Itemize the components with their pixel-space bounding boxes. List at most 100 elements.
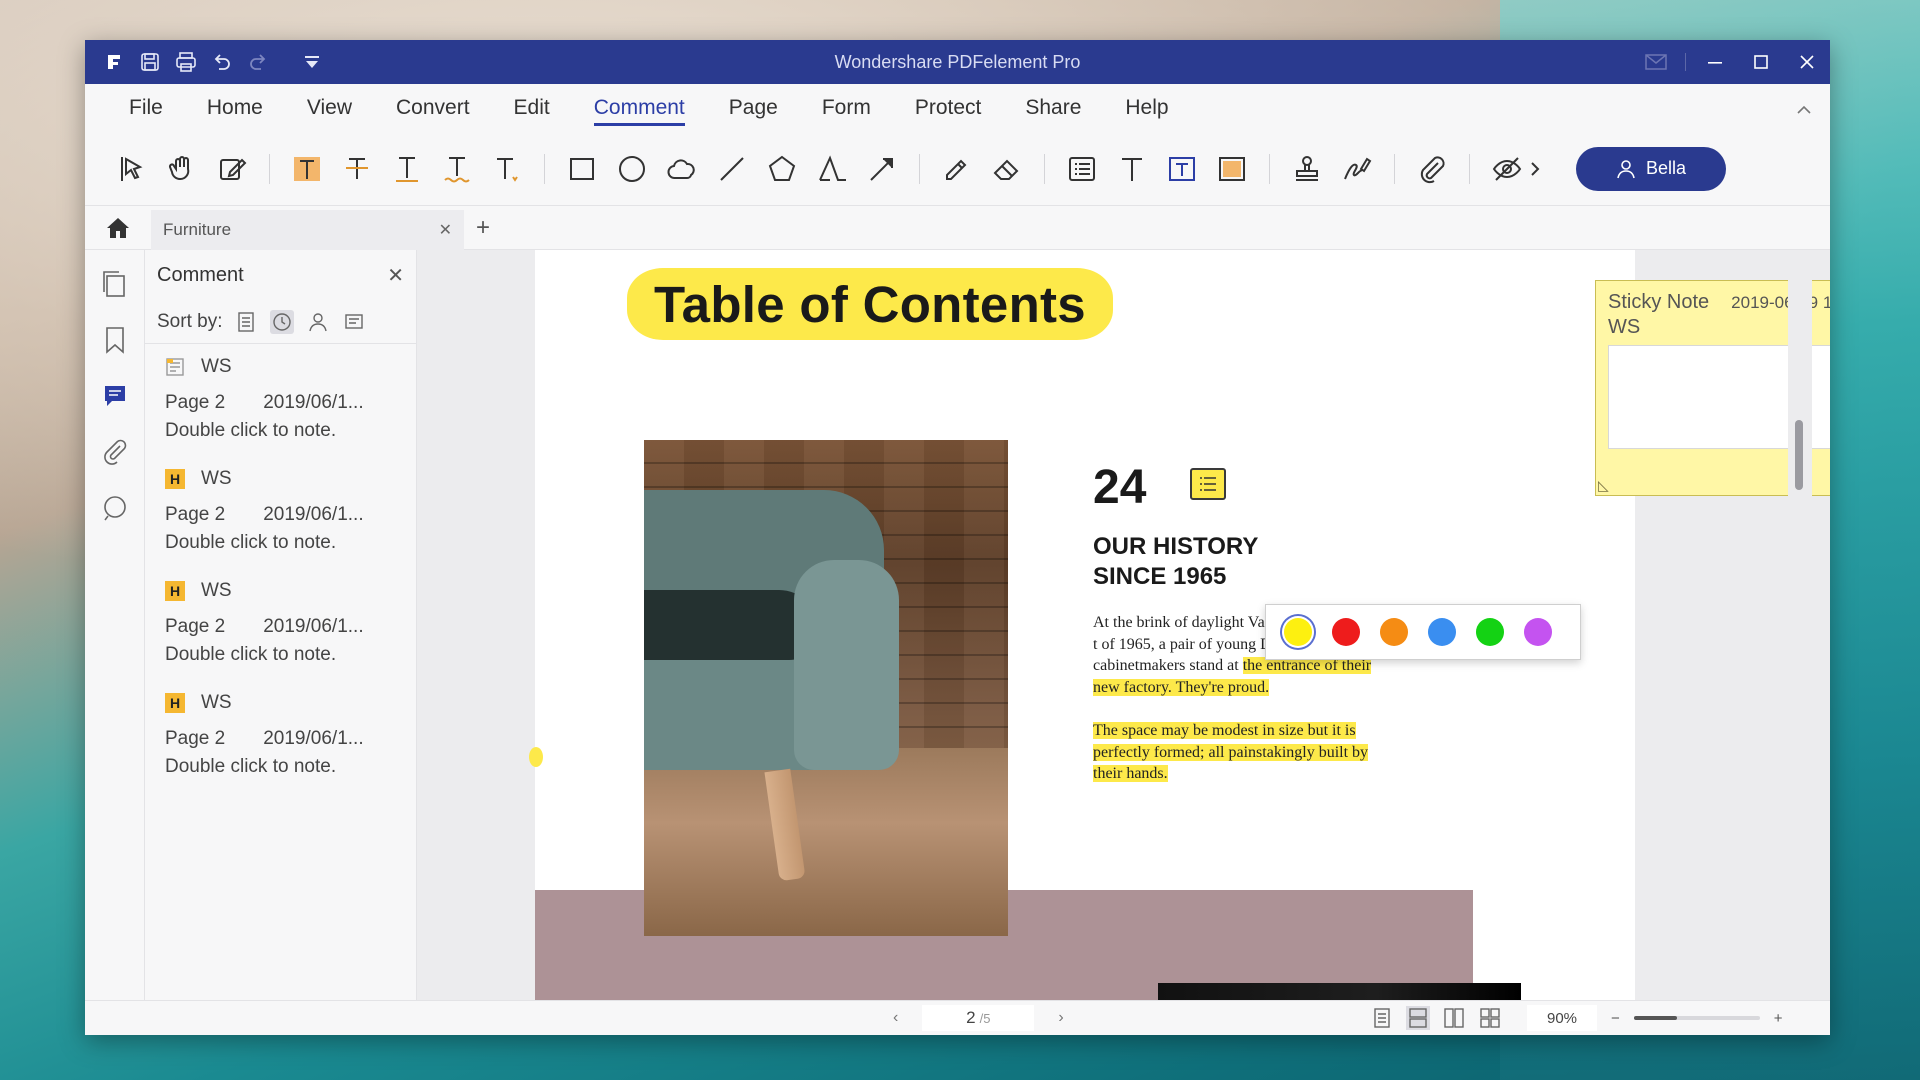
page-navigator: ‹ 2 /5 › (893, 1005, 1064, 1031)
sort-label: Sort by: (157, 310, 223, 332)
area-highlight-tool-icon[interactable] (1213, 150, 1251, 188)
eraser-tool-icon[interactable] (988, 150, 1026, 188)
cloud-tool-icon[interactable] (663, 150, 701, 188)
maximize-button[interactable] (1738, 40, 1784, 84)
comment-list-item[interactable]: H WS Page 2 2019/06/1... Double click to… (145, 568, 416, 680)
comment-list-item[interactable]: H WS Page 2 2019/06/1... Double click to… (145, 680, 416, 792)
search-panel-icon[interactable] (100, 492, 130, 524)
menu-convert[interactable]: Convert (374, 96, 492, 132)
textbox-tool-icon[interactable] (1163, 150, 1201, 188)
home-tab[interactable] (85, 215, 151, 241)
section-title-line2: SINCE 1965 (1093, 563, 1227, 590)
thumbnails-icon[interactable] (100, 268, 130, 300)
menu-help[interactable]: Help (1103, 96, 1190, 132)
color-swatch-5[interactable] (1476, 618, 1504, 646)
undo-icon[interactable] (211, 51, 233, 73)
menu-protect[interactable]: Protect (893, 96, 1004, 132)
comment-list-item[interactable]: H WS Page 2 2019/06/1... Double click to… (145, 456, 416, 568)
comment-author: WS (201, 468, 232, 489)
zoom-level-input[interactable]: 90% (1527, 1005, 1597, 1031)
insert-text-tool-icon[interactable] (488, 150, 526, 188)
attachments-icon[interactable] (100, 436, 130, 468)
scrollbar-thumb[interactable] (1795, 420, 1803, 490)
tab-furniture[interactable]: Furniture ✕ (151, 209, 464, 250)
oval-tool-icon[interactable] (613, 150, 651, 188)
color-swatch-6[interactable] (1524, 618, 1552, 646)
comment-panel-icon[interactable] (100, 380, 130, 412)
redo-icon[interactable] (247, 51, 269, 73)
previous-page-icon[interactable]: ‹ (893, 1009, 898, 1027)
sticky-note-annotation-icon[interactable] (1190, 468, 1226, 500)
close-tab-icon[interactable]: ✕ (439, 220, 452, 240)
menu-file[interactable]: File (107, 96, 185, 132)
menu-home[interactable]: Home (185, 96, 285, 132)
divider (1269, 153, 1270, 184)
bookmark-icon[interactable] (100, 324, 130, 356)
line-tool-icon[interactable] (713, 150, 751, 188)
polygon-tool-icon[interactable] (763, 150, 801, 188)
stamp-tool-icon[interactable] (1288, 150, 1326, 188)
underline-tool-icon[interactable] (388, 150, 426, 188)
zoom-out-button[interactable]: − (1611, 1010, 1620, 1027)
zoom-slider[interactable] (1633, 1016, 1760, 1020)
sort-by-time-icon[interactable] (270, 309, 295, 334)
zoom-in-button[interactable]: + (1774, 1010, 1783, 1027)
customize-dropdown-icon[interactable] (301, 51, 323, 73)
grid-view-icon[interactable] (1478, 1006, 1502, 1030)
menu-comment[interactable]: Comment (572, 96, 707, 132)
comment-date: 2019/06/1... (263, 728, 364, 749)
resize-handle-icon[interactable]: ◺ (1598, 477, 1616, 495)
comment-page: Page 2 (165, 504, 226, 525)
page-number-heading: 24 (1093, 461, 1147, 514)
color-swatch-3[interactable] (1380, 618, 1408, 646)
close-panel-icon[interactable]: ✕ (387, 263, 404, 288)
collapse-ribbon-icon[interactable] (1796, 102, 1812, 118)
user-account-button[interactable]: Bella (1576, 146, 1726, 191)
strikethrough-tool-icon[interactable] (338, 150, 376, 188)
more-tools-chevron-icon[interactable] (1528, 150, 1542, 188)
polyline-tool-icon[interactable] (813, 150, 851, 188)
color-swatch-2[interactable] (1332, 618, 1360, 646)
minimize-button[interactable] (1692, 40, 1738, 84)
pencil-tool-icon[interactable] (938, 150, 976, 188)
single-page-view-icon[interactable] (1370, 1006, 1394, 1030)
menu-page[interactable]: Page (707, 96, 800, 132)
sort-by-type-icon[interactable] (342, 310, 366, 334)
note-tool-icon[interactable] (1063, 150, 1101, 188)
mail-icon[interactable] (1633, 40, 1679, 84)
color-swatch-4[interactable] (1428, 618, 1456, 646)
attachment-tool-icon[interactable] (1413, 150, 1451, 188)
hand-tool-icon[interactable] (163, 150, 201, 188)
vertical-scrollbar[interactable] (1788, 250, 1812, 1000)
signature-tool-icon[interactable] (1338, 150, 1376, 188)
next-page-icon[interactable]: › (1058, 1009, 1063, 1027)
highlighted-text[interactable]: The space may be modest in size but it i… (1093, 722, 1369, 782)
menu-form[interactable]: Form (800, 96, 893, 132)
close-window-button[interactable] (1784, 40, 1830, 84)
continuous-view-icon[interactable] (1406, 1006, 1430, 1030)
menu-edit[interactable]: Edit (492, 96, 572, 132)
left-rail (85, 250, 145, 1000)
comment-list-item[interactable]: WS Page 2 2019/06/1... Double click to n… (145, 344, 416, 456)
squiggly-tool-icon[interactable] (438, 150, 476, 188)
two-page-view-icon[interactable] (1442, 1006, 1466, 1030)
typewriter-tool-icon[interactable] (1113, 150, 1151, 188)
sort-by-author-icon[interactable] (306, 310, 330, 334)
color-swatch-1[interactable] (1284, 618, 1312, 646)
comment-toolbar: Bella (85, 132, 1830, 206)
save-icon[interactable] (139, 51, 161, 73)
hide-comments-icon[interactable] (1488, 150, 1526, 188)
highlight-tool-icon[interactable] (288, 150, 326, 188)
print-icon[interactable] (175, 51, 197, 73)
quick-access-toolbar (103, 51, 323, 73)
menu-view[interactable]: View (285, 96, 374, 132)
menu-share[interactable]: Share (1003, 96, 1103, 132)
page-number-input[interactable]: 2 /5 (922, 1005, 1035, 1031)
rectangle-tool-icon[interactable] (563, 150, 601, 188)
chair-cushion (644, 590, 819, 660)
edit-tool-icon[interactable] (213, 150, 251, 188)
add-tab-button[interactable]: + (476, 214, 490, 242)
select-tool-icon[interactable] (113, 150, 151, 188)
sort-by-page-icon[interactable] (234, 310, 258, 334)
arrow-tool-icon[interactable] (863, 150, 901, 188)
